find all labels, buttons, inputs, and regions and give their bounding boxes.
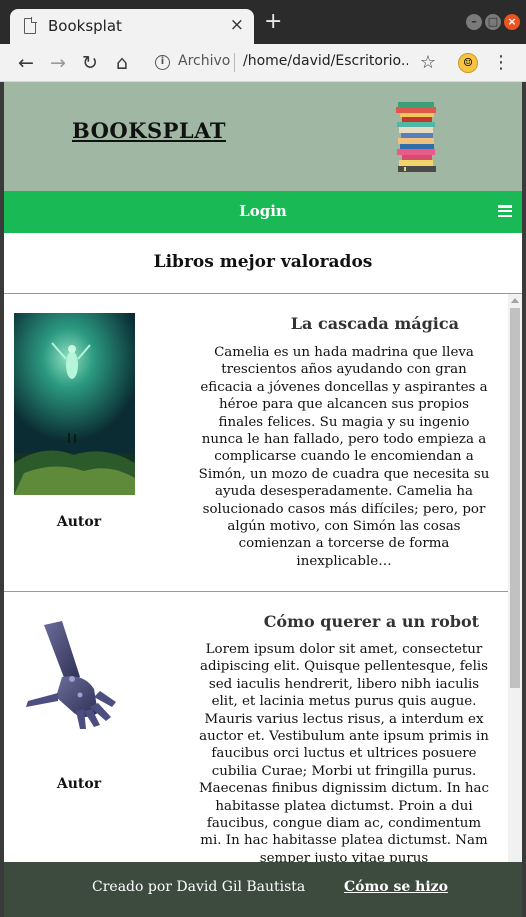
web-page: BOOKSPLAT Login Libros mejor valorados A… xyxy=(4,82,522,917)
book-card: Autor La cascada mágica Camelia es un ha… xyxy=(4,294,508,592)
forward-icon[interactable]: → xyxy=(47,52,69,74)
browser-toolbar: ← → ↻ ⌂ i Archivo /home/david/Escritorio… xyxy=(0,44,526,82)
book-stack-icon xyxy=(396,102,436,172)
tab-title: Booksplat xyxy=(48,17,122,35)
hamburger-icon[interactable] xyxy=(498,205,512,218)
scroll-up-icon[interactable] xyxy=(511,298,519,303)
address-label: Archivo xyxy=(178,53,231,69)
menu-icon[interactable]: ⋮ xyxy=(490,52,512,74)
book-title[interactable]: Cómo querer a un robot xyxy=(194,612,489,631)
fantasy-cover-image[interactable] xyxy=(14,313,135,495)
window-close-icon[interactable]: × xyxy=(504,14,520,30)
address-bar[interactable]: /home/david/Escritorio... xyxy=(243,53,408,69)
minimize-icon[interactable]: – xyxy=(466,14,482,30)
new-tab-icon[interactable]: + xyxy=(264,11,282,33)
back-icon[interactable]: ← xyxy=(15,52,37,74)
login-link[interactable]: Login xyxy=(4,202,522,220)
book-author: Autor xyxy=(56,514,102,530)
book-card: Autor Cómo querer a un robot Lorem ipsum… xyxy=(4,593,508,862)
footer-credit: Creado por David Gil Bautista xyxy=(92,879,306,895)
page-icon xyxy=(24,17,37,34)
browser-tab[interactable]: Booksplat × xyxy=(10,9,254,44)
book-list[interactable]: Autor La cascada mágica Camelia es un ha… xyxy=(4,294,508,862)
extension-icon[interactable]: ☺ xyxy=(458,53,478,73)
section-title: Libros mejor valorados xyxy=(153,252,373,272)
how-link[interactable]: Cómo se hizo xyxy=(344,879,448,895)
maximize-icon[interactable]: □ xyxy=(485,14,501,30)
scrollbar[interactable] xyxy=(508,294,522,862)
address-separator xyxy=(234,53,235,72)
robot-hand-image[interactable] xyxy=(14,617,124,737)
reload-icon[interactable]: ↻ xyxy=(79,52,101,74)
book-title[interactable]: La cascada mágica xyxy=(194,314,489,333)
book-description: Camelia es un hada madrina que lleva tre… xyxy=(198,345,490,569)
book-description: Lorem ipsum dolor sit amet, consectetur … xyxy=(198,642,490,862)
site-brand[interactable]: BOOKSPLAT xyxy=(72,118,226,143)
home-icon[interactable]: ⌂ xyxy=(111,52,133,74)
scroll-thumb[interactable] xyxy=(510,308,520,688)
info-icon[interactable]: i xyxy=(155,55,170,70)
site-header: BOOKSPLAT xyxy=(4,82,522,191)
navbar: Login xyxy=(4,191,522,233)
browser-titlebar: Booksplat × + – □ × xyxy=(0,0,526,44)
close-tab-icon[interactable]: × xyxy=(230,15,244,35)
site-footer: Creado por David Gil Bautista Cómo se hi… xyxy=(4,862,522,917)
star-icon[interactable]: ☆ xyxy=(417,52,439,74)
book-author: Autor xyxy=(56,776,102,792)
